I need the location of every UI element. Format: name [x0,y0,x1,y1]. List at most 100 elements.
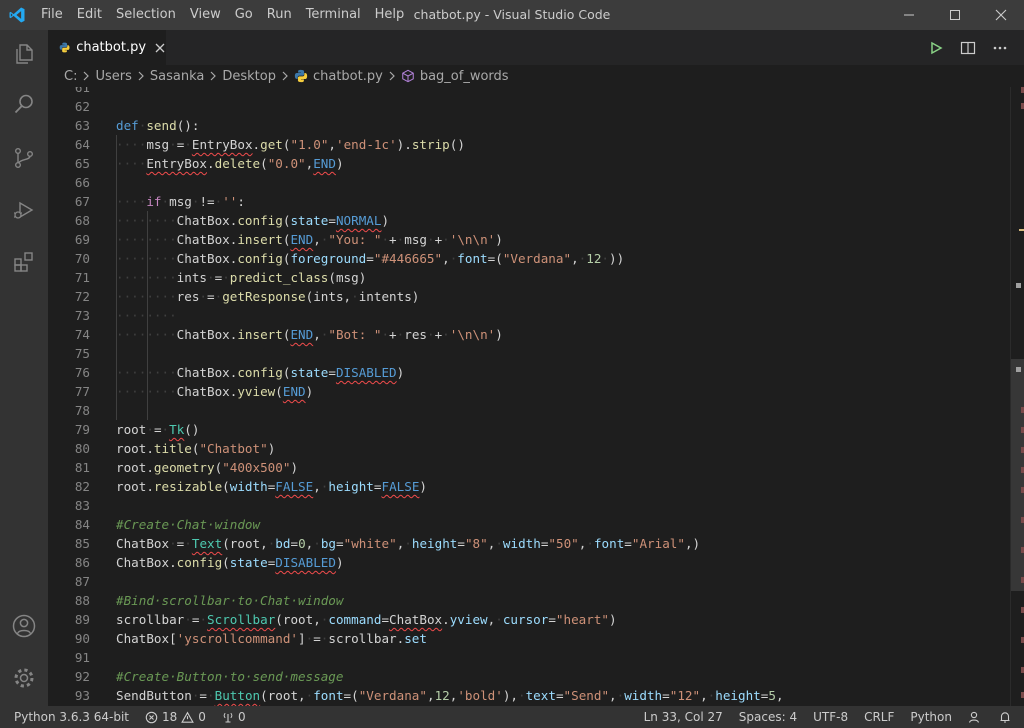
line-number: 90 [74,631,90,646]
tab-label: chatbot.py [76,40,147,55]
warning-icon [181,711,195,723]
menu-help[interactable]: Help [368,0,412,30]
run-python-file-button[interactable] [926,38,946,58]
line-number: 71 [74,270,90,285]
line-text: #Bind·scrollbar·to·Chat·window [116,593,344,608]
line-number: 75 [74,346,90,361]
search-button[interactable] [0,80,48,128]
live-share-button[interactable] [960,706,990,728]
code-line: 67 ····if·msg·!=·'': [48,192,1010,211]
indent-guide [147,306,148,325]
menu-selection[interactable]: Selection [109,0,183,30]
code-line: 87 [48,572,1010,591]
code-line: 65 ····EntryBox.delete("0.0",END) [48,154,1010,173]
search-icon [14,94,33,114]
line-number: 88 [74,593,90,608]
code-line: 64 ····msg·=·EntryBox.get("1.0",'end-1c')… [48,135,1010,154]
explorer-button[interactable] [0,30,48,78]
close-window-button[interactable] [978,0,1024,30]
breadcrumb-symbol[interactable]: bag_of_words [401,69,509,84]
vscode-logo-icon [0,0,34,30]
code-editor[interactable]: 61 62 63 def·send(): 64 ····msg·=·EntryBox… [48,87,1010,706]
breadcrumb: C: Users Sasanka Desktop chatbot.py bag_… [48,65,1024,87]
menu-view[interactable]: View [183,0,228,30]
line-number: 91 [74,650,90,665]
indent-guide [116,135,117,154]
menu-go[interactable]: Go [228,0,260,30]
scrollbar-thumb[interactable] [1011,359,1024,591]
run-debug-button[interactable] [0,186,48,234]
problems-indicator[interactable]: 18 0 [137,706,214,728]
line-number: 86 [74,555,90,570]
breadcrumb-desktop[interactable]: Desktop [222,69,276,84]
close-icon [155,43,165,52]
code-line: 91 [48,648,1010,667]
indentation[interactable]: Spaces: 4 [731,706,805,728]
python-interpreter[interactable]: Python 3.6.3 64-bit [0,706,137,728]
indent-guide [116,268,117,287]
maximize-icon [950,10,960,20]
cursor-marker [1016,367,1021,372]
minimize-button[interactable] [886,0,932,30]
line-text: root·=·Tk() [116,422,200,437]
cursor-position[interactable]: Ln 33, Col 27 [636,706,731,728]
more-actions-button[interactable] [990,38,1010,58]
code-line: 77 ········ChatBox.yview(END) [48,382,1010,401]
split-editor-button[interactable] [958,38,978,58]
language-mode[interactable]: Python [902,706,960,728]
line-text: ····msg·=·EntryBox.get("1.0",'end-1c').s… [116,137,465,152]
notifications-button[interactable] [990,706,1024,728]
line-text: ········ints·=·predict_class(msg) [116,270,367,285]
chevron-right-icon [137,71,145,81]
line-number: 93 [74,688,90,703]
menu-edit[interactable]: Edit [70,0,109,30]
breadcrumb-file[interactable]: chatbot.py [294,69,383,84]
chevron-right-icon [388,71,396,81]
menu-file[interactable]: File [34,0,70,30]
source-control-button[interactable] [0,134,48,182]
accounts-button[interactable] [0,602,48,650]
line-text: ········ChatBox.config(state=DISABLED) [116,365,405,380]
code-line: 85 ChatBox·=·Text(root,·bd=0,·bg="white",… [48,534,1010,553]
encoding[interactable]: UTF-8 [805,706,856,728]
end-of-line[interactable]: CRLF [856,706,902,728]
code-line: 93 SendButton·=·Button(root,·font=("Verda… [48,686,1010,705]
menu-terminal[interactable]: Terminal [299,0,368,30]
code-line: 82 root.resizable(width=FALSE,·height=FAL… [48,477,1010,496]
line-text: ········ChatBox.insert(END,·"Bot: "·+·re… [116,327,503,342]
line-number: 85 [74,536,90,551]
editor-actions [926,30,1010,65]
line-number: 74 [74,327,90,342]
line-number: 89 [74,612,90,627]
breadcrumb-users[interactable]: Users [95,69,131,84]
breadcrumb-sasanka[interactable]: Sasanka [150,69,204,84]
menu-run[interactable]: Run [260,0,299,30]
editor-scrollbar[interactable] [1010,87,1024,706]
manage-button[interactable] [0,654,48,702]
line-number: 83 [74,498,90,513]
indent-guide [147,211,148,230]
breadcrumb-drive[interactable]: C: [64,69,77,84]
tabs-bar: chatbot.py [48,30,1024,65]
line-text: SendButton·=·Button(root,·font=("Verdana… [116,688,784,703]
tab-chatbot-py[interactable]: chatbot.py [48,30,166,65]
breadcrumb-symbol-label: bag_of_words [419,68,509,84]
indent-guide [116,154,117,173]
line-number: 78 [74,403,90,418]
line-number: 70 [74,251,90,266]
code-line: 90 ChatBox['yscrollcommand']·=·scrollbar.… [48,629,1010,648]
line-text: def·send(): [116,118,200,133]
code-line: 83 [48,496,1010,515]
person-feedback-icon [968,711,980,723]
python-file-icon [59,42,70,53]
menu-bar: File Edit Selection View Go Run Terminal… [34,0,411,30]
line-number: 82 [74,479,90,494]
line-number: 66 [74,175,90,190]
tab-close-button[interactable] [154,40,166,56]
line-text: ChatBox.config(state=DISABLED) [116,555,344,570]
maximize-button[interactable] [932,0,978,30]
line-number: 67 [74,194,90,209]
ports-indicator[interactable]: 0 [214,706,254,728]
extensions-button[interactable] [0,238,48,286]
code-line: 73········ [48,306,1010,325]
